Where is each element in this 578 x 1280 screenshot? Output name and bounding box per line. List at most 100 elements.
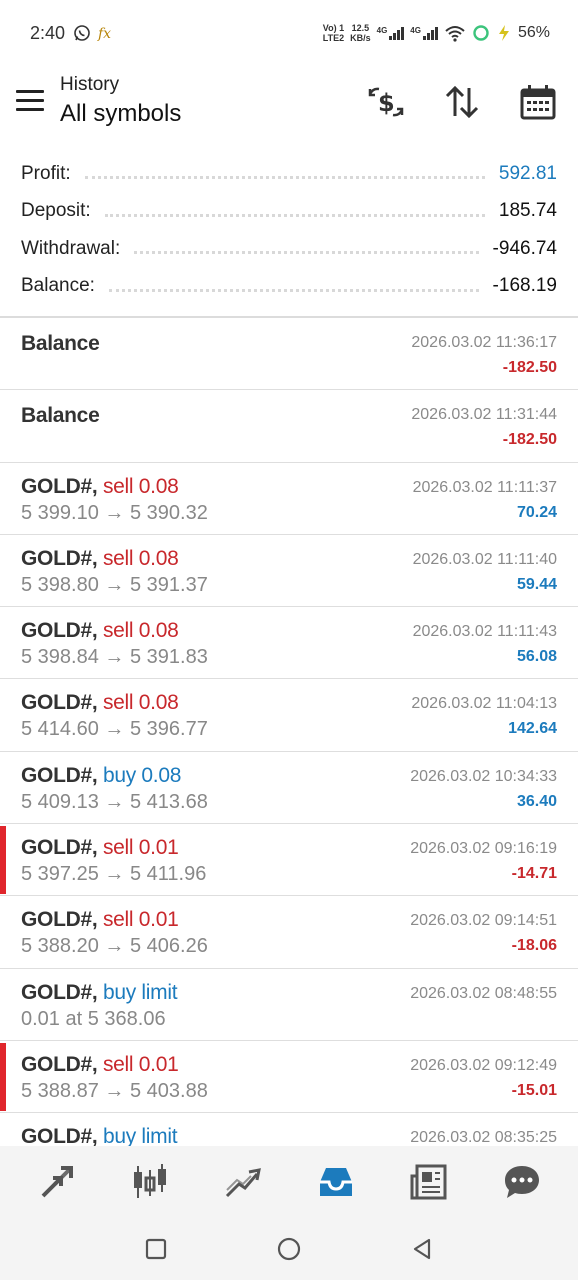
row-action: buy limit <box>102 1125 178 1148</box>
summary-value: -946.74 <box>492 237 557 259</box>
summary-value: 592.81 <box>498 162 557 184</box>
row-date: 2026.03.02 10:34:33 <box>410 767 557 785</box>
row-action: sell 0.08 <box>102 691 179 715</box>
chart-icon <box>133 1164 166 1198</box>
status-bar: 2:40 fx Vo) 1 LTE2 12.5 KB/s 4G 4G 56% <box>0 0 578 66</box>
back-triangle-icon <box>413 1238 430 1260</box>
row-date: 2026.03.02 08:48:55 <box>410 984 557 1002</box>
trade-icon <box>225 1168 261 1198</box>
home-button[interactable] <box>269 1229 309 1269</box>
row-date: 2026.03.02 09:14:51 <box>410 912 557 930</box>
signal-bars-icon <box>422 26 438 40</box>
nav-trade[interactable] <box>215 1154 271 1210</box>
speed-unit: KB/s <box>350 33 371 43</box>
nav-news[interactable] <box>401 1154 457 1210</box>
deposit-withdraw-icon[interactable]: $ <box>366 82 406 122</box>
nav-quotes[interactable] <box>29 1154 85 1210</box>
signal-2: 4G <box>410 26 438 40</box>
row-prices: 5 399.10 → 5 390.32 <box>21 501 208 524</box>
history-row[interactable]: GOLD#, sell 0.08 5 398.80 → 5 391.37 2026.… <box>0 535 578 608</box>
svg-text:$: $ <box>378 89 395 117</box>
nav-history[interactable] <box>308 1154 364 1210</box>
history-row[interactable]: GOLD#, buy 0.08 5 409.13 → 5 413.68 2026.0… <box>0 752 578 825</box>
calendar-icon[interactable] <box>518 82 558 122</box>
row-profit: 142.64 <box>508 720 557 738</box>
speed-indicator: 12.5 KB/s <box>350 23 371 43</box>
row-symbol: GOLD#, <box>21 474 98 498</box>
history-row[interactable]: GOLD#, buy limit 0.01 at 5 368.06 2026.03.… <box>0 969 578 1041</box>
circle-icon <box>277 1237 301 1261</box>
wifi-icon <box>445 26 465 42</box>
history-row[interactable]: GOLD#, sell 0.01 5 388.20 → 5 406.26 2026.… <box>0 896 578 969</box>
row-symbol: GOLD#, <box>21 691 98 715</box>
status-right-icons: Vo) 1 LTE2 12.5 KB/s 4G 4G 56% <box>323 23 550 43</box>
history-row[interactable]: GOLD#, sell 0.08 5 414.60 → 5 396.77 2026.… <box>0 679 578 752</box>
row-action: sell 0.08 <box>102 619 179 643</box>
status-time: 2:40 <box>30 22 66 43</box>
history-row[interactable]: GOLD#, sell 0.08 5 398.84 → 5 391.83 2026.… <box>0 607 578 680</box>
summary-row: Profit: 592.81 <box>0 155 578 193</box>
row-symbol: GOLD#, <box>21 908 98 932</box>
row-symbol: GOLD#, <box>21 980 98 1004</box>
row-prices: 5 388.87 → 5 403.88 <box>21 1079 208 1102</box>
volte-indicator: Vo) 1 LTE2 <box>323 23 344 43</box>
history-row[interactable]: GOLD#, sell 0.01 5 397.25 → 5 411.96 2026.… <box>0 824 578 897</box>
net1-label: 4G <box>376 26 388 35</box>
row-title: GOLD#, sell 0.01 <box>21 836 179 860</box>
signal-1: 4G <box>377 26 405 40</box>
row-symbol: GOLD#, <box>21 619 98 643</box>
row-title: GOLD#, sell 0.01 <box>21 1052 179 1077</box>
row-action: sell 0.08 <box>102 474 179 498</box>
nav-chart[interactable] <box>122 1154 178 1210</box>
row-prices: 0.01 at 5 368.06 <box>21 1007 166 1030</box>
row-title: Balance <box>21 332 100 356</box>
row-profit: 59.44 <box>516 575 557 593</box>
row-date: 2026.03.02 11:36:17 <box>411 334 557 351</box>
summary-row: Withdrawal: -946.74 <box>0 230 578 268</box>
menu-icon[interactable] <box>16 90 44 112</box>
row-action: buy 0.08 <box>102 763 182 787</box>
battery-saver-icon <box>498 25 509 41</box>
row-title: GOLD#, buy 0.08 <box>21 764 181 788</box>
history-list[interactable]: Balance 2026.03.02 11:36:17 -182.50 Balance… <box>0 318 578 1148</box>
summary-label: Profit: <box>21 162 71 184</box>
row-symbol: GOLD#, <box>21 1125 98 1148</box>
row-title: GOLD#, buy limit <box>21 1125 178 1148</box>
history-row[interactable]: Balance 2026.03.02 11:31:44 -182.50 <box>0 390 578 463</box>
row-title: GOLD#, sell 0.01 <box>21 908 179 932</box>
row-action: sell 0.01 <box>102 836 179 860</box>
row-date: 2026.03.02 11:31:44 <box>411 406 557 424</box>
row-prices: 5 398.84 → 5 391.83 <box>21 646 208 669</box>
row-symbol: GOLD#, <box>21 1052 98 1076</box>
signal-bars-icon <box>389 26 405 40</box>
row-symbol: GOLD#, <box>21 836 98 860</box>
history-row[interactable]: Balance 2026.03.02 11:36:17 -182.50 <box>0 318 578 391</box>
row-title: GOLD#, sell 0.08 <box>21 619 179 643</box>
summary-row: Balance: -168.19 <box>0 268 578 306</box>
sync-ring-icon <box>473 25 489 41</box>
row-symbol: Balance <box>21 332 100 355</box>
history-row[interactable]: GOLD#, buy limit 2026.03.02 08:35:25 <box>0 1113 578 1148</box>
row-date: 2026.03.02 08:35:25 <box>410 1129 557 1147</box>
summary-label: Withdrawal: <box>21 237 121 259</box>
sort-icon[interactable] <box>442 82 482 122</box>
header-title[interactable]: All symbols <box>60 100 181 128</box>
calendar-glyph <box>520 85 556 120</box>
row-date: 2026.03.02 09:16:19 <box>410 840 557 858</box>
row-profit: 70.24 <box>516 503 557 521</box>
svg-text:fx: fx <box>97 26 111 42</box>
back-button[interactable] <box>402 1229 442 1269</box>
nav-chat[interactable] <box>494 1154 550 1210</box>
row-prices: 5 409.13 → 5 413.68 <box>21 790 208 813</box>
row-date: 2026.03.02 11:04:13 <box>411 695 557 713</box>
history-row[interactable]: GOLD#, sell 0.01 5 388.87 → 5 403.88 2026.… <box>0 1041 578 1114</box>
net2-label: 4G <box>410 26 421 35</box>
history-icon <box>319 1168 352 1196</box>
history-row[interactable]: GOLD#, sell 0.08 5 399.10 → 5 390.32 2026.… <box>0 463 578 535</box>
row-date: 2026.03.02 11:11:43 <box>412 623 557 641</box>
row-title: GOLD#, sell 0.08 <box>21 474 179 499</box>
loss-marker <box>0 1042 6 1111</box>
recent-apps-button[interactable] <box>136 1229 176 1269</box>
row-profit: 56.08 <box>516 648 557 666</box>
chat-icon <box>504 1166 539 1198</box>
